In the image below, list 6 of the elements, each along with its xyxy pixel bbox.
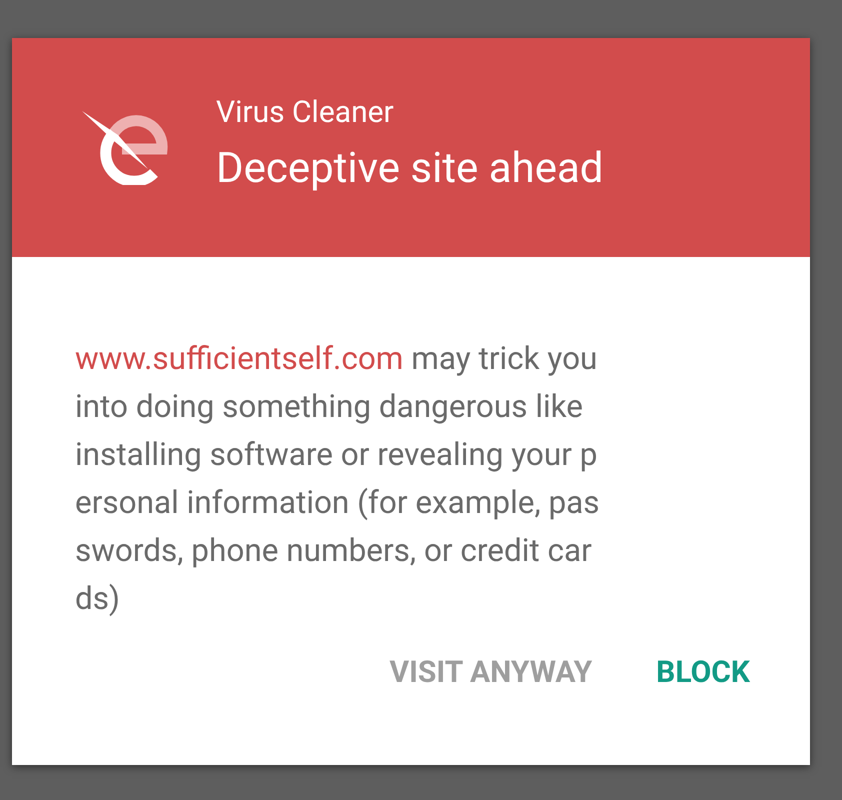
dialog-title: Deceptive site ahead <box>216 144 604 192</box>
app-name: Virus Cleaner <box>216 94 395 130</box>
block-button[interactable]: BLOCK <box>644 649 762 696</box>
site-link[interactable]: www.sufficientself.com <box>75 340 404 377</box>
warning-message: www.sufficientself.com may trick you into doing something dangerous like installing software or revealing your p ersonal information (for example, pas swords, phone numbers, or credit car ds) <box>75 339 601 619</box>
visit-button[interactable]: VISIT ANYWAY <box>378 649 604 696</box>
